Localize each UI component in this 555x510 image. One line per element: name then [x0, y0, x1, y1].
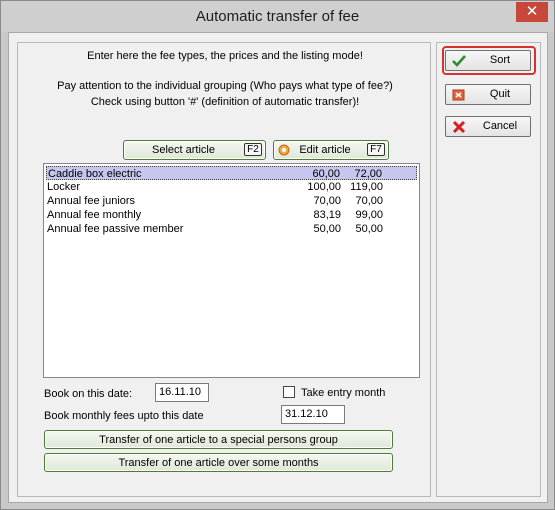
edit-article-label: Edit article: [299, 144, 351, 156]
select-article-button[interactable]: Select article F2: [123, 140, 266, 160]
article-price-gross: 70,00: [355, 195, 383, 207]
edit-icon: [278, 144, 290, 156]
title-bar[interactable]: Automatic transfer of fee ✕: [1, 1, 554, 32]
list-item[interactable]: Caddie box electric 60,00 72,00: [46, 166, 417, 180]
sort-button[interactable]: Sort: [445, 50, 531, 71]
instruction-line-2: Pay attention to the individual grouping…: [57, 80, 393, 92]
monthly-upto-field[interactable]: 31.12.10: [281, 405, 345, 424]
list-item[interactable]: Locker 100,00 119,00: [46, 180, 417, 194]
special-group-transfer-button[interactable]: Transfer of one article to a special per…: [44, 430, 393, 449]
article-name: Annual fee passive member: [47, 223, 184, 235]
close-icon: ✕: [525, 3, 539, 20]
article-price-gross: 119,00: [350, 181, 383, 193]
article-price-gross: 50,00: [355, 223, 383, 235]
article-price: 50,00: [313, 223, 341, 235]
close-button[interactable]: ✕: [516, 2, 548, 22]
instruction-line-3: Check using button '#' (definition of au…: [90, 96, 360, 108]
quit-label: Quit: [489, 88, 511, 100]
red-x-icon: [452, 120, 466, 134]
book-date-field[interactable]: 16.11.10: [155, 383, 209, 402]
quit-button[interactable]: Quit: [445, 84, 531, 105]
cancel-label: Cancel: [482, 120, 518, 132]
book-date-label: Book on this date:: [44, 388, 133, 400]
sort-label: Sort: [489, 54, 511, 66]
article-price: 83,19: [313, 209, 341, 221]
take-entry-month-label: Take entry month: [301, 387, 386, 399]
take-entry-month-checkbox[interactable]: [283, 386, 295, 398]
article-name: Annual fee monthly: [47, 209, 142, 221]
months-transfer-button[interactable]: Transfer of one article over some months: [44, 453, 393, 472]
article-list[interactable]: Caddie box electric 60,00 72,00 Locker 1…: [43, 163, 420, 378]
list-item[interactable]: Annual fee juniors 70,00 70,00: [46, 194, 417, 208]
article-price-gross: 72,00: [354, 168, 382, 180]
article-name: Caddie box electric: [48, 168, 142, 180]
dialog-window: Automatic transfer of fee ✕ Enter here t…: [0, 0, 555, 510]
monthly-upto-label: Book monthly fees upto this date: [44, 410, 204, 422]
f7-key-badge: F7: [367, 143, 385, 156]
checkmark-icon: [452, 55, 466, 67]
cancel-button[interactable]: Cancel: [445, 116, 531, 137]
article-price: 100,00: [307, 181, 341, 193]
edit-article-button[interactable]: Edit article F7: [273, 140, 389, 160]
article-price-gross: 99,00: [355, 209, 383, 221]
select-article-label: Select article: [152, 144, 215, 156]
instruction-line-1: Enter here the fee types, the prices and…: [87, 50, 363, 62]
article-price: 70,00: [313, 195, 341, 207]
window-title: Automatic transfer of fee: [195, 8, 360, 25]
list-item[interactable]: Annual fee passive member 50,00 50,00: [46, 222, 417, 236]
exit-icon: [452, 89, 465, 101]
article-price: 60,00: [312, 168, 340, 180]
f2-key-badge: F2: [244, 143, 262, 156]
main-panel: Enter here the fee types, the prices and…: [17, 42, 431, 497]
article-name: Locker: [47, 181, 81, 193]
list-item[interactable]: Annual fee monthly 83,19 99,00: [46, 208, 417, 222]
client-area: Enter here the fee types, the prices and…: [8, 32, 548, 503]
right-button-panel: Sort Quit Cancel: [436, 42, 541, 497]
article-name: Annual fee juniors: [47, 195, 136, 207]
